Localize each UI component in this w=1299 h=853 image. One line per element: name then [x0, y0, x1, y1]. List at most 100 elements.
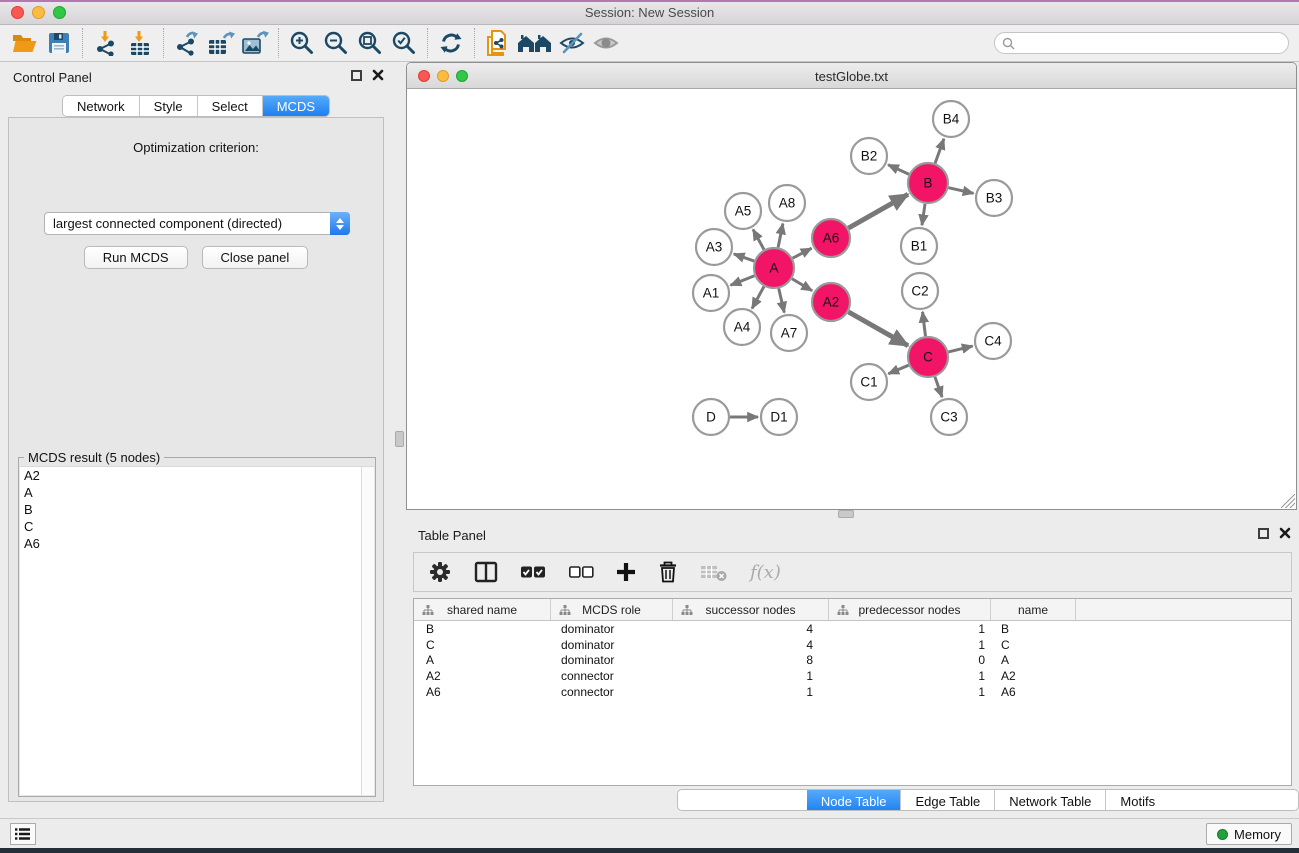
table-row[interactable]: Bdominator41B [414, 621, 1291, 637]
node-table[interactable]: shared nameMCDS rolesuccessor nodesprede… [413, 598, 1292, 786]
close-table-panel-icon[interactable] [1279, 527, 1291, 539]
search-input[interactable] [1015, 36, 1288, 50]
mcds-result-item[interactable]: A2 [20, 467, 374, 484]
table-cell[interactable]: 4 [673, 638, 829, 652]
export-image-icon[interactable] [238, 27, 272, 59]
vertical-split-handle[interactable] [838, 510, 854, 518]
table-cell[interactable]: dominator [551, 638, 673, 652]
graph-edge[interactable] [848, 194, 908, 228]
show-task-history-button[interactable] [10, 823, 36, 845]
mcds-result-item[interactable]: B [20, 501, 374, 518]
graph-node[interactable]: B3 [976, 180, 1012, 216]
graph-node[interactable]: C [908, 337, 948, 377]
graph-edge[interactable] [935, 139, 944, 163]
import-table-icon[interactable] [123, 27, 157, 59]
mcds-result-item[interactable]: A6 [20, 535, 374, 552]
graph-edge[interactable] [731, 276, 755, 286]
export-table-icon[interactable] [204, 27, 238, 59]
tab-motifs[interactable]: Motifs [1106, 790, 1169, 811]
table-cell[interactable]: dominator [551, 653, 673, 667]
tab-style[interactable]: Style [140, 96, 198, 116]
table-cell[interactable]: B [991, 622, 1076, 636]
graph-node[interactable]: C4 [975, 323, 1011, 359]
horizontal-split-handle[interactable] [395, 431, 404, 447]
graph-edge[interactable] [922, 204, 925, 225]
graph-edge[interactable] [778, 224, 783, 248]
show-panels-icon[interactable] [589, 27, 623, 59]
column-header[interactable]: predecessor nodes [829, 599, 991, 620]
graph-node[interactable]: A1 [693, 275, 729, 311]
table-row[interactable]: A6connector11A6 [414, 684, 1291, 700]
table-cell[interactable]: dominator [551, 622, 673, 636]
close-panel-button[interactable]: Close panel [202, 246, 309, 269]
delete-column-trash-icon[interactable] [658, 561, 678, 583]
hide-panels-icon[interactable] [555, 27, 589, 59]
column-header[interactable]: name [991, 599, 1076, 620]
table-cell[interactable]: A [414, 653, 551, 667]
graph-edge[interactable] [948, 346, 972, 352]
table-cell[interactable]: 1 [829, 638, 991, 652]
graph-edge[interactable] [752, 286, 764, 308]
graph-node[interactable]: A8 [769, 185, 805, 221]
table-cell[interactable]: 0 [829, 653, 991, 667]
network-window-titlebar[interactable]: testGlobe.txt [407, 63, 1296, 89]
tab-network-table[interactable]: Network Table [995, 790, 1106, 811]
search-field[interactable] [994, 32, 1289, 54]
table-cell[interactable]: C [991, 638, 1076, 652]
column-header[interactable]: MCDS role [551, 599, 673, 620]
graph-node[interactable]: A4 [724, 309, 760, 345]
optimization-criterion-select[interactable]: largest connected component (directed) [44, 212, 350, 235]
mcds-result-item[interactable]: A [20, 484, 374, 501]
run-mcds-button[interactable]: Run MCDS [84, 246, 188, 269]
graph-node[interactable]: A3 [696, 229, 732, 265]
graph-node[interactable]: C3 [931, 399, 967, 435]
table-cell[interactable]: B [414, 622, 551, 636]
zoom-selected-icon[interactable] [387, 27, 421, 59]
graph-node[interactable]: B [908, 163, 948, 203]
graph-node[interactable]: A [754, 248, 794, 288]
duplicate-network-icon[interactable] [481, 27, 515, 59]
graph-edge[interactable] [935, 377, 942, 397]
float-table-panel-icon[interactable] [1258, 528, 1269, 539]
open-session-icon[interactable] [8, 27, 42, 59]
graph-edge[interactable] [948, 188, 973, 194]
mcds-result-list[interactable]: A2ABCA6 [20, 466, 374, 795]
graph-edge[interactable] [888, 165, 909, 175]
table-row[interactable]: A2connector11A2 [414, 668, 1291, 684]
graph-edge[interactable] [888, 365, 908, 374]
graph-edge[interactable] [734, 254, 754, 261]
create-column-plus-icon[interactable] [616, 562, 636, 582]
table-cell[interactable]: A6 [991, 685, 1076, 699]
export-network-icon[interactable] [170, 27, 204, 59]
import-network-icon[interactable] [89, 27, 123, 59]
tab-node-table[interactable]: Node Table [807, 790, 902, 811]
zoom-out-icon[interactable] [319, 27, 353, 59]
mcds-list-scrollbar[interactable] [361, 467, 374, 795]
tab-mcds[interactable]: MCDS [263, 96, 329, 116]
zoom-fit-icon[interactable] [353, 27, 387, 59]
unselect-all-columns-icon[interactable] [568, 564, 594, 580]
table-cell[interactable]: connector [551, 669, 673, 683]
refresh-icon[interactable] [434, 27, 468, 59]
graph-node[interactable]: A5 [725, 193, 761, 229]
network-graph[interactable]: B4B2BB3A8A5A6A3B1AA1C2A2A4A7C4CC1C3DD1 [407, 89, 1296, 509]
table-cell[interactable]: 1 [829, 685, 991, 699]
home-layout-icon[interactable] [515, 27, 555, 59]
graph-node[interactable]: B4 [933, 101, 969, 137]
table-cell[interactable]: 1 [829, 622, 991, 636]
graph-node[interactable]: B1 [901, 228, 937, 264]
table-cell[interactable]: A2 [414, 669, 551, 683]
table-cell[interactable]: 1 [673, 685, 829, 699]
graph-node[interactable]: C1 [851, 364, 887, 400]
graph-edge[interactable] [923, 312, 926, 336]
table-cell[interactable]: A2 [991, 669, 1076, 683]
zoom-in-icon[interactable] [285, 27, 319, 59]
table-cell[interactable]: connector [551, 685, 673, 699]
tab-select[interactable]: Select [198, 96, 263, 116]
graph-node[interactable]: D1 [761, 399, 797, 435]
table-cell[interactable]: A [991, 653, 1076, 667]
table-cell[interactable]: A6 [414, 685, 551, 699]
close-panel-icon[interactable] [372, 69, 384, 81]
table-cell[interactable]: 4 [673, 622, 829, 636]
graph-edge[interactable] [792, 279, 812, 291]
